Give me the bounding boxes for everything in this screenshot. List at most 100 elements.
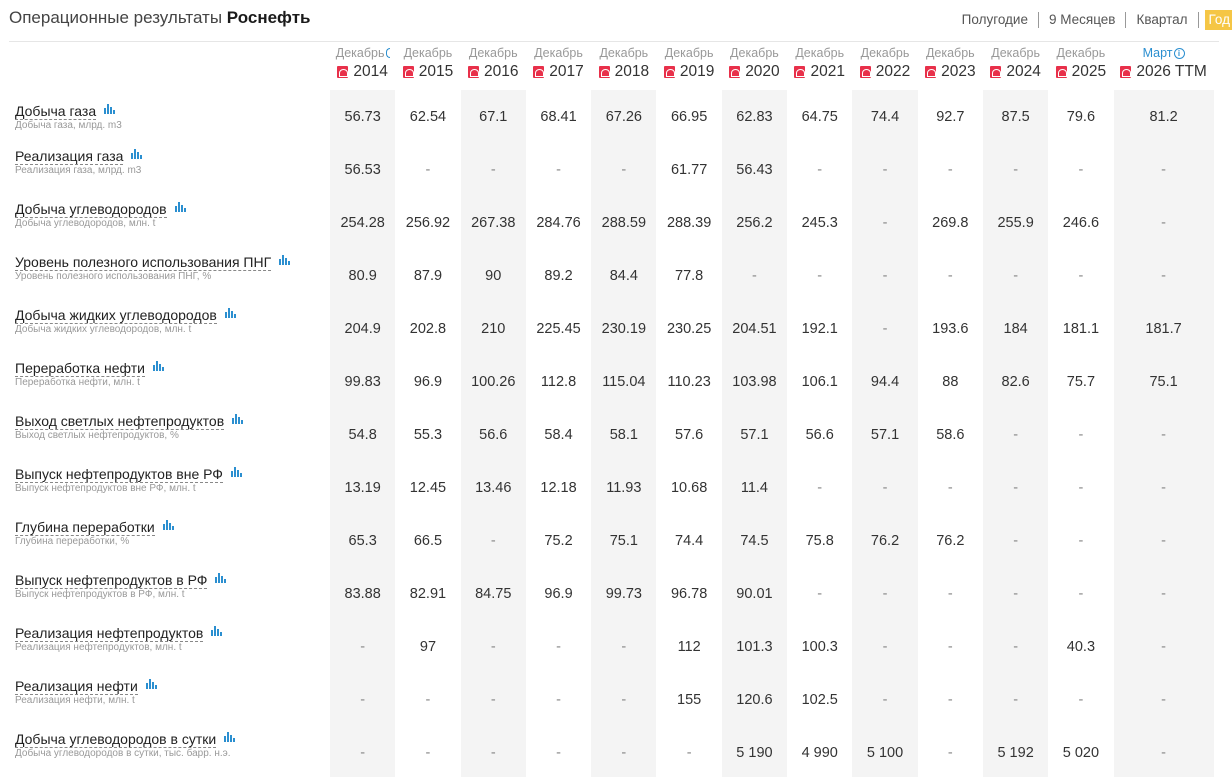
value-cell: -: [330, 620, 396, 673]
value-cell: 204.51: [721, 302, 788, 355]
metric-name-link[interactable]: Выход светлых нефтепродуктов: [15, 413, 225, 430]
pdf-icon[interactable]: [402, 66, 414, 78]
pdf-icon[interactable]: [925, 66, 937, 78]
bar-chart-icon[interactable]: [145, 679, 157, 689]
period-month-label: Декабрь: [991, 46, 1040, 60]
period-tab-quarter[interactable]: Квартал: [1126, 12, 1199, 28]
value-cell: 246.6: [1062, 214, 1100, 231]
period-tab-half-year[interactable]: Полугодие: [952, 12, 1039, 28]
bar-chart-icon[interactable]: [104, 104, 116, 114]
metric-label-cell: Добыча углеводородов Добыча углеводородов…: [9, 196, 330, 249]
period-month-label: Декабрь: [599, 46, 649, 60]
metric-name-link[interactable]: Реализация газа: [15, 148, 124, 165]
pdf-icon[interactable]: [990, 66, 1002, 78]
metric-name-link[interactable]: Переработка нефти: [15, 360, 145, 377]
pdf-icon[interactable]: [468, 66, 479, 78]
pdf-icon[interactable]: [729, 66, 741, 78]
period-month-label: Декабрь: [925, 46, 975, 60]
period-tab-year[interactable]: Год: [1204, 10, 1232, 30]
pdf-icon[interactable]: [1055, 66, 1067, 78]
value-cell: -: [1113, 196, 1214, 249]
pdf-icon[interactable]: [337, 66, 349, 78]
period-month-label: Декабрь: [1056, 46, 1106, 60]
period-month: Декабрь: [395, 43, 460, 61]
metric-label-cell: Уровень полезного использования ПНГ Урове…: [9, 249, 330, 302]
value-cell: -: [556, 691, 561, 708]
metric-label-cell: Реализация нефти Реализация нефти, млн. t: [9, 673, 330, 726]
metric-subtitle: Добыча углеводородов, млн. t: [15, 218, 156, 229]
metric-name-link[interactable]: Реализация нефтепродуктов: [15, 625, 204, 642]
bar-chart-icon[interactable]: [174, 202, 186, 212]
pdf-icon[interactable]: [598, 66, 610, 78]
value-cell: 90: [460, 249, 526, 302]
value-cell: -: [1113, 726, 1214, 777]
value-cell: 11.4: [721, 461, 788, 514]
bar-chart-icon[interactable]: [162, 520, 174, 530]
metric-name-link[interactable]: Выпуск нефтепродуктов в РФ: [15, 572, 208, 589]
metric-name-link[interactable]: Выпуск нефтепродуктов вне РФ: [15, 466, 223, 483]
value-cell: 101.3: [721, 620, 788, 673]
period-month-label: Декабрь: [468, 46, 518, 60]
page-title: Операционные результаты Роснефть: [9, 8, 310, 28]
pdf-icon[interactable]: [533, 66, 545, 78]
metric-name-link[interactable]: Реализация нефти: [15, 678, 138, 695]
value-cell: 184: [982, 302, 1049, 355]
value-cell: -: [852, 567, 918, 620]
pdf-icon[interactable]: [663, 66, 675, 78]
value-cell: 81.2: [1113, 90, 1214, 143]
title-prefix: Операционные результаты: [9, 8, 223, 27]
value-cell: -: [425, 691, 431, 708]
bar-chart-icon[interactable]: [215, 573, 227, 583]
value-cell: -: [1113, 249, 1214, 302]
value-cell: 75.7: [1066, 373, 1096, 390]
value-cell: 288.59: [591, 196, 657, 249]
bar-chart-icon[interactable]: [131, 149, 143, 159]
period-year: 2018: [591, 63, 656, 81]
bar-chart-icon[interactable]: [230, 467, 242, 477]
period-month: Декабрь: [526, 43, 591, 61]
value-cell: -: [817, 479, 823, 496]
value-cell: -: [460, 673, 526, 726]
value-cell: 56.73: [330, 90, 396, 143]
metric-name-link[interactable]: Добыча газа: [15, 103, 97, 120]
value-cell: 230.19: [591, 302, 657, 355]
value-cell: 65.3: [330, 514, 396, 567]
value-cell: 62.83: [721, 90, 788, 143]
value-cell: 58.4: [544, 426, 573, 443]
bar-chart-icon[interactable]: [232, 414, 244, 424]
value-cell: 87.9: [413, 267, 443, 284]
value-cell: -: [1078, 479, 1084, 496]
metric-name-link[interactable]: Добыча углеводородов: [15, 201, 167, 218]
bar-chart-icon[interactable]: [211, 626, 223, 636]
value-cell: 62.54: [409, 108, 447, 125]
value-cell: 99.83: [330, 355, 396, 408]
bar-chart-icon[interactable]: [152, 361, 164, 371]
metric-name-link[interactable]: Добыча углеводородов в сутки: [15, 731, 217, 748]
bar-chart-icon[interactable]: [224, 308, 236, 318]
info-icon[interactable]: i: [1173, 48, 1185, 59]
value-cell: 254.28: [330, 196, 396, 249]
pdf-icon[interactable]: [794, 66, 806, 78]
bar-chart-icon[interactable]: [224, 732, 236, 742]
period-tab-9-months[interactable]: 9 Месяцев: [1039, 12, 1127, 28]
value-cell: -: [982, 461, 1049, 514]
value-cell: 92.7: [936, 108, 965, 125]
period-month-label: Декабрь: [335, 46, 385, 60]
bar-chart-icon[interactable]: [279, 255, 291, 265]
value-cell: 61.77: [670, 161, 708, 178]
info-icon[interactable]: [385, 48, 390, 58]
metric-name-link[interactable]: Глубина переработки: [15, 519, 155, 536]
metric-name-link[interactable]: Добыча жидких углеводородов: [15, 307, 217, 324]
value-cell: 110.23: [667, 373, 711, 390]
metric-name-link[interactable]: Уровень полезного использования ПНГ: [15, 254, 272, 271]
value-cell: 58.1: [591, 408, 657, 461]
period-month: Декабрь: [330, 43, 395, 61]
value-cell: -: [947, 479, 953, 496]
value-cell: -: [1078, 267, 1084, 284]
value-cell: -: [1113, 514, 1214, 567]
value-cell: 230.25: [666, 320, 712, 337]
value-cell: 5 192: [982, 726, 1049, 777]
pdf-icon[interactable]: [1120, 66, 1132, 78]
metric-label-cell: Реализация газа Реализация газа, млрд. m3: [9, 143, 330, 196]
pdf-icon[interactable]: [859, 66, 871, 78]
